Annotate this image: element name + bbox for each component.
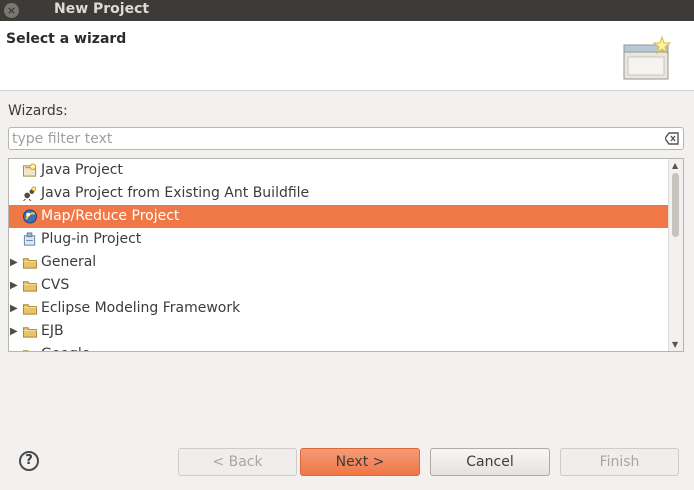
folder-icon <box>22 304 38 315</box>
tree-item-label: Plug-in Project <box>41 231 142 247</box>
tree-item[interactable]: ▶ Google <box>9 343 669 351</box>
scroll-up-icon[interactable]: ▲ <box>672 161 678 170</box>
tree-scrollbar[interactable]: ▲ ▼ <box>668 159 683 351</box>
clear-icon[interactable] <box>665 132 679 145</box>
tree-item[interactable]: Java Project <box>9 159 669 182</box>
java-project-icon <box>22 163 37 177</box>
header-title: Select a wizard <box>6 31 127 47</box>
tree-item[interactable]: ▶ General <box>9 251 669 274</box>
tree-item[interactable]: Java Project from Existing Ant Buildfile <box>9 182 669 205</box>
title-bar: × New Project <box>0 0 694 21</box>
expand-arrow-icon[interactable]: ▶ <box>10 297 18 320</box>
tree-item-label: Map/Reduce Project <box>41 208 180 224</box>
tree-item-label: Google <box>41 343 90 351</box>
cancel-button[interactable]: Cancel <box>430 448 550 476</box>
tree-item-label: CVS <box>41 277 70 293</box>
ant-icon <box>23 186 37 201</box>
folder-icon <box>22 327 38 338</box>
folder-icon <box>22 281 38 292</box>
mapreduce-icon <box>22 209 38 224</box>
folder-icon <box>22 350 29 351</box>
scroll-down-icon[interactable]: ▼ <box>672 340 678 349</box>
expand-arrow-icon[interactable]: ▶ <box>10 274 18 297</box>
wizard-tree[interactable]: Java Project Java Project from Existing A… <box>8 158 684 352</box>
filter-input[interactable] <box>12 129 652 148</box>
filter-field <box>8 127 684 150</box>
expand-arrow-icon[interactable]: ▶ <box>10 251 18 274</box>
tree-item-label: General <box>41 254 97 270</box>
finish-button[interactable]: Finish <box>560 448 679 476</box>
wizard-header: Select a wizard <box>0 21 694 91</box>
tree-item-label: Java Project <box>41 162 123 178</box>
scrollbar-thumb[interactable] <box>672 173 679 237</box>
tree-item[interactable]: ▶ CVS <box>9 274 669 297</box>
expand-arrow-icon[interactable]: ▶ <box>10 320 18 343</box>
next-button[interactable]: Next > <box>300 448 420 476</box>
expand-arrow-icon[interactable]: ▶ <box>10 343 18 351</box>
tree-item-label: Java Project from Existing Ant Buildfile <box>41 185 310 201</box>
window-title: New Project <box>54 1 150 17</box>
help-icon[interactable]: ? <box>19 451 39 471</box>
tree-item[interactable]: Map/Reduce Project <box>9 205 669 228</box>
tree-item-label: Eclipse Modeling Framework <box>41 300 241 316</box>
folder-icon <box>22 258 38 269</box>
back-button[interactable]: < Back <box>178 448 297 476</box>
plugin-icon <box>23 232 36 246</box>
tree-item[interactable]: ▶ EJB <box>9 320 669 343</box>
new-wizard-banner-icon <box>623 35 672 80</box>
tree-item[interactable]: Plug-in Project <box>9 228 669 251</box>
close-window-button[interactable]: × <box>4 3 19 18</box>
tree-item-label: EJB <box>41 323 64 339</box>
tree-item[interactable]: ▶ Eclipse Modeling Framework <box>9 297 669 320</box>
wizards-label: Wizards: <box>8 103 68 119</box>
